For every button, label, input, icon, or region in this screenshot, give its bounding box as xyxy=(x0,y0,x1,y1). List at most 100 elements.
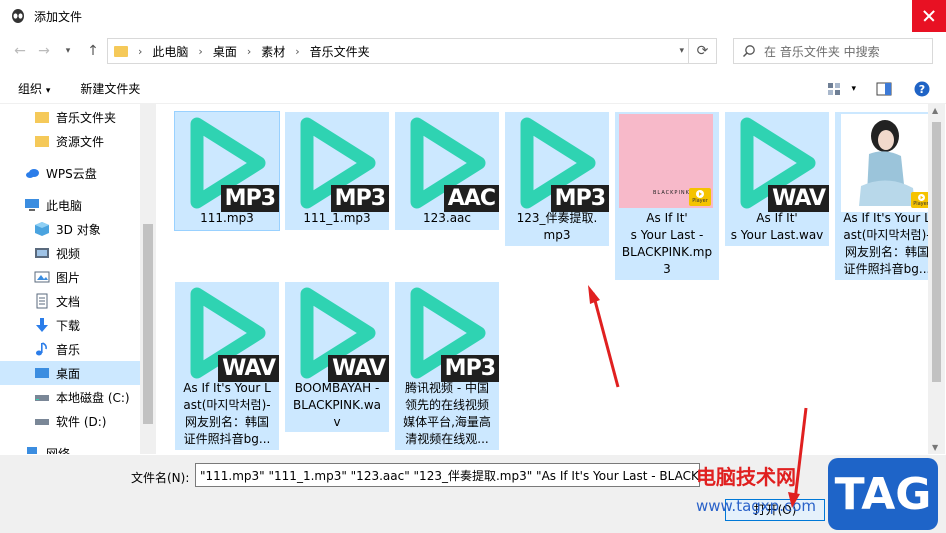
file-extension-label: MP3 xyxy=(440,355,499,382)
file-item[interactable]: WAV As If It' s Your Last.wav xyxy=(725,112,829,246)
scrollbar-thumb[interactable] xyxy=(932,122,941,382)
sidebar-item-3d-objects[interactable]: 3D 对象 xyxy=(0,217,140,241)
file-name: 123.aac xyxy=(422,211,472,225)
watermark-logo: TAG xyxy=(828,458,938,530)
chevron-right-icon: › xyxy=(246,44,252,58)
folder-icon xyxy=(34,109,50,125)
close-button[interactable] xyxy=(912,0,946,32)
sidebar-item-downloads[interactable]: 下载 xyxy=(0,313,140,337)
scroll-up-icon[interactable]: ▲ xyxy=(932,106,938,115)
file-item[interactable]: MP3 111_1.mp3 xyxy=(285,112,389,230)
network-icon xyxy=(24,445,40,454)
organize-button[interactable]: 组织 ▾ xyxy=(18,80,50,97)
scroll-down-icon[interactable]: ▼ xyxy=(932,443,938,452)
filename-input[interactable]: "111.mp3" "111_1.mp3" "123.aac" "123_伴奏提… xyxy=(195,463,700,487)
address-row: ← → ▾ ↑ › 此电脑 › 桌面 › 素材 › 音乐文件夹 ▾ ⟳ 在 音乐… xyxy=(0,32,946,70)
file-name: As If It' s Your Last - BLACKPINK.mp 3 xyxy=(621,211,713,276)
new-folder-button[interactable]: 新建文件夹 xyxy=(80,80,140,97)
view-options-icon[interactable] xyxy=(827,82,843,96)
file-list[interactable]: MP3 111.mp3 MP3 111_1.mp3 AAC 123.aac MP… xyxy=(157,104,940,454)
alien-icon xyxy=(12,9,24,23)
file-name: 腾讯视频 - 中国 领先的在线视频 媒体平台,海量高 清视频在线观... xyxy=(403,381,491,446)
sidebar-item-pictures[interactable]: 图片 xyxy=(0,265,140,289)
file-item[interactable]: MP3 111.mp3 xyxy=(174,111,280,231)
desktop-icon xyxy=(34,365,50,381)
svg-text:?: ? xyxy=(919,83,925,96)
title-bar: 添加文件 xyxy=(0,0,946,32)
breadcrumb-item[interactable]: 桌面 xyxy=(213,43,237,60)
sidebar-item-music[interactable]: 音乐 xyxy=(0,337,140,361)
file-item[interactable]: WAV As If It's Your Last(마지막처럼)- 网友别名：韩国证… xyxy=(175,282,279,450)
scrollbar-thumb[interactable] xyxy=(143,224,153,424)
refresh-button[interactable]: ⟳ xyxy=(689,38,717,64)
file-extension-label: WAV xyxy=(218,355,279,382)
file-extension-label: MP3 xyxy=(550,185,609,212)
navigation-pane[interactable]: 音乐文件夹 资源文件 WPS云盘 此电脑 3D 对象 视频 图片 文档 下载 音… xyxy=(0,104,156,454)
file-item[interactable]: AAC 123.aac xyxy=(395,112,499,230)
file-name: As If It's Your Last(마지막처럼)- 网友别名：韩国 证件照抖音… xyxy=(183,381,271,446)
album-cover-image: BLACKPINK Player xyxy=(619,114,713,208)
sidebar-item-documents[interactable]: 文档 xyxy=(0,289,140,313)
bottom-panel: 文件名(N): "111.mp3" "111_1.mp3" "123.aac" … xyxy=(0,455,946,533)
back-button[interactable]: ← xyxy=(8,39,32,63)
breadcrumb-item[interactable]: 此电脑 xyxy=(152,43,188,60)
file-extension-label: WAV xyxy=(768,185,829,212)
up-button[interactable]: ↑ xyxy=(81,39,105,63)
chevron-down-icon[interactable]: ▾ xyxy=(851,84,856,94)
window-title: 添加文件 xyxy=(34,9,83,24)
file-item[interactable]: BLACKPINK Player As If It' s Your Last -B… xyxy=(615,112,719,280)
computer-icon xyxy=(24,197,40,213)
video-icon xyxy=(34,245,50,261)
watermark-url: www.tagxp.com xyxy=(696,497,816,515)
cloud-icon xyxy=(24,165,40,181)
recent-dropdown[interactable]: ▾ xyxy=(56,39,80,63)
sidebar-item-resource-files[interactable]: 资源文件 xyxy=(0,129,140,153)
file-item[interactable]: WAV BOOMBAYAH - BLACKPINK.wa v xyxy=(285,282,389,432)
breadcrumb-item[interactable]: 素材 xyxy=(261,43,285,60)
music-icon xyxy=(34,341,50,357)
file-item[interactable]: Player As If It's Your Last(마지막처럼)- 网友别名：… xyxy=(835,112,939,280)
forward-button[interactable]: → xyxy=(32,39,56,63)
sidebar-item-this-pc[interactable]: 此电脑 xyxy=(0,193,140,217)
address-bar[interactable]: › 此电脑 › 桌面 › 素材 › 音乐文件夹 ▾ xyxy=(107,38,689,64)
breadcrumb-item[interactable]: 音乐文件夹 xyxy=(310,43,370,60)
download-icon xyxy=(34,317,50,333)
file-extension-label: AAC xyxy=(443,185,499,212)
preview-pane-icon[interactable] xyxy=(876,82,892,96)
file-name: As If It's Your Last(마지막처럼)- 网友别名：韩国 证件照抖音… xyxy=(843,211,931,276)
picture-icon xyxy=(34,269,50,285)
search-icon xyxy=(734,44,764,58)
file-name: 111_1.mp3 xyxy=(303,211,371,225)
file-item[interactable]: MP3 腾讯视频 - 中国 领先的在线视频 媒体平台,海量高 清视频在线观... xyxy=(395,282,499,450)
sidebar-item-wps-cloud[interactable]: WPS云盘 xyxy=(0,161,140,185)
sidebar-item-music-folder[interactable]: 音乐文件夹 xyxy=(0,105,140,129)
file-name: As If It' s Your Last.wav xyxy=(730,211,824,242)
sidebar-item-desktop[interactable]: 桌面 xyxy=(0,361,140,385)
player-badge-icon: Player xyxy=(689,188,711,206)
filename-label: 文件名(N): xyxy=(131,471,190,485)
file-item[interactable]: MP3 123_伴奏提取. mp3 xyxy=(505,112,609,246)
sidebar-scrollbar[interactable] xyxy=(140,104,156,454)
chevron-right-icon: › xyxy=(198,44,203,58)
drive-icon xyxy=(34,389,50,405)
chevron-right-icon: › xyxy=(295,44,300,58)
sidebar-item-videos[interactable]: 视频 xyxy=(0,241,140,265)
file-extension-label: MP3 xyxy=(330,185,389,212)
folder-icon xyxy=(114,45,128,57)
watermark-text: 电脑技术网 xyxy=(696,465,796,489)
chevron-down-icon[interactable]: ▾ xyxy=(679,46,684,56)
file-extension-label: WAV xyxy=(328,355,389,382)
search-input[interactable]: 在 音乐文件夹 中搜索 xyxy=(733,38,933,64)
file-list-scrollbar[interactable]: ▲ ▼ xyxy=(928,104,945,454)
sidebar-item-network[interactable]: 网络 xyxy=(0,441,140,454)
file-name: BOOMBAYAH - BLACKPINK.wa v xyxy=(292,381,382,429)
file-name: 123_伴奏提取. mp3 xyxy=(516,211,598,242)
file-name: 111.mp3 xyxy=(200,211,254,225)
album-cover-text: BLACKPINK xyxy=(653,190,690,196)
sidebar-item-drive-d[interactable]: 软件 (D:) xyxy=(0,409,140,433)
help-icon[interactable]: ? xyxy=(914,81,930,97)
chevron-right-icon: › xyxy=(138,44,143,58)
file-extension-label: MP3 xyxy=(220,185,279,212)
drive-icon xyxy=(34,413,50,429)
sidebar-item-drive-c[interactable]: 本地磁盘 (C:) xyxy=(0,385,140,409)
